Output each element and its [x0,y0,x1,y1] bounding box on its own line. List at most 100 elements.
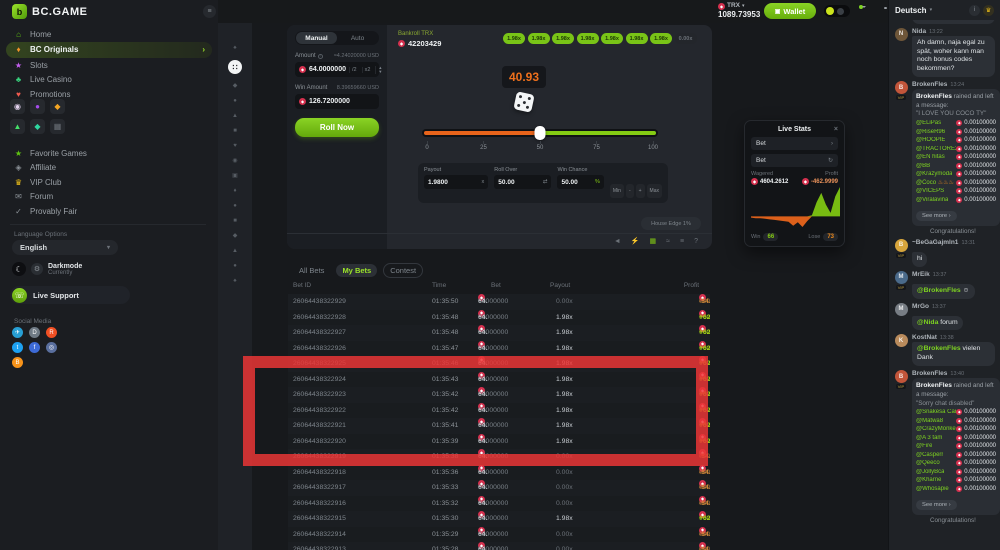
hotkeys-icon[interactable]: ▦ [650,238,657,245]
rail-game-icon[interactable]: ◆ [233,233,238,239]
rail-game-icon[interactable]: ◉ [232,158,237,164]
rail-game-icon[interactable]: ◆ [233,83,238,89]
rain-recipient-name[interactable]: @CrazyMonkey [916,426,956,432]
table-row[interactable]: 2606443832292601:35:4764.000000001.98x+6… [288,341,710,357]
multiplier-pill[interactable]: 1.98x [552,33,574,44]
rail-game-icon[interactable]: ♠ [233,45,236,51]
reset-icon[interactable]: ↻ [828,157,833,164]
chat-username[interactable]: MrGo13:37 [912,303,995,310]
multiplier-pill[interactable]: 1.98x [601,33,623,44]
multiplier-pill[interactable]: 1.98x [577,33,599,44]
multiplier-pill[interactable]: 1.98x [528,33,550,44]
rain-recipient-name[interactable]: @VICEPS [916,188,944,194]
tab-contest[interactable]: Contest [383,263,423,278]
sidebar-item-favorite-games[interactable]: ★Favorite Games [6,146,212,160]
sound-icon[interactable]: ◄ [614,238,621,245]
avatar[interactable]: M [895,271,908,284]
rain-recipient-name[interactable]: @Casperr [916,452,943,458]
rain-recipient-name[interactable]: @Krazymoda [916,171,952,177]
rail-game-icon[interactable]: ● [233,203,237,209]
slider-handle[interactable] [535,126,546,140]
promo-box-icon[interactable]: ▦ [50,119,65,134]
tab-my-bets[interactable]: My Bets [336,264,377,277]
quick-button[interactable]: Min [610,184,624,198]
close-icon[interactable]: × [834,126,838,133]
stats-currency-select[interactable]: Bet › [751,137,838,150]
darkmode-toggle[interactable]: ☾ [12,262,26,276]
rail-game-icon[interactable]: ● [233,98,237,104]
chat-username[interactable]: Nida13:22 [912,28,995,35]
chat-rewards-button[interactable]: ♛ [983,5,994,16]
table-row[interactable]: 2606443832291801:35:3664.000000000.00x-6… [288,465,710,481]
sidebar-item-home[interactable]: ⌂Home [6,27,212,41]
chat-language[interactable]: Deutsch [895,6,927,15]
language-select[interactable]: English ▾ [12,240,118,255]
rain-username[interactable]: BrokenFles [916,93,952,100]
table-row[interactable]: 2606443832292701:35:4864.000000001.98x+6… [288,325,710,341]
promo-coin-icon[interactable]: ◆ [50,99,65,114]
multiplier-pill[interactable]: 1.98x [626,33,648,44]
roll-now-button[interactable]: Roll Now [295,118,379,137]
promo-orb-icon[interactable]: ● [30,99,45,114]
rain-recipient-name[interactable]: @Kharne [916,477,941,483]
wallet-button[interactable]: ▣ Wallet [764,3,816,19]
currency-display-toggle[interactable] [824,5,850,17]
rain-recipient-name[interactable]: @Snakesa Caryd [916,409,956,415]
table-row[interactable]: 2606443832291601:35:3264.000000000.00x-6… [288,496,710,512]
telegram-icon[interactable]: ✈ [12,327,23,338]
bitcointalk-icon[interactable]: B [12,357,23,368]
rain-recipient-name[interactable]: @Fire [916,443,932,449]
table-row[interactable]: 2606443832291301:35:2864.000000000.00x-6… [288,542,710,550]
table-row[interactable]: 2606443832291501:35:3064.000000001.98x+6… [288,511,710,527]
rain-recipient-name[interactable]: @Viralavina [916,197,948,203]
balance-display[interactable]: TRX ▾ 1089.73953 [718,2,760,21]
table-row[interactable]: 2606443832292801:35:4864.000000001.98x+6… [288,310,710,326]
chat-username[interactable]: BrokenFles13:24 [912,81,995,88]
chat-mention[interactable]: @BrokenFles [917,345,961,352]
rail-game-icon[interactable]: ▲ [232,113,238,119]
see-more-button[interactable]: See more › [916,211,957,221]
table-row[interactable]: 2606443832291701:35:3364.000000000.00x-6… [288,480,710,496]
reddit-icon[interactable]: R [46,327,57,338]
settings-toggle[interactable]: ⚙ [31,263,43,275]
rain-recipient-name[interactable]: @EN hitas [916,154,945,160]
avatar[interactable]: B [895,81,908,94]
sidebar-item-affiliate[interactable]: ◈Affiliate [6,161,212,175]
rain-recipient-name[interactable]: @HOOPIE [916,137,945,143]
chat-mention[interactable]: @BrokenFles [917,287,961,294]
rain-recipient-name[interactable]: @Whosapie [916,486,949,492]
table-row[interactable]: 2606443832291401:35:2964.000000000.00x-6… [288,527,710,543]
quick-button[interactable]: Max [647,184,662,198]
rain-recipient-name[interactable]: @ELiPas [916,120,941,126]
rail-game-icon[interactable]: ■ [233,218,237,224]
quick-button[interactable]: + [636,184,645,198]
tab-auto[interactable]: Auto [337,32,378,44]
multiplier-pill[interactable]: 0.00x [675,33,697,44]
logo[interactable]: b BC.GAME [12,4,87,19]
avatar[interactable]: M [895,303,908,316]
rain-recipient-name[interactable]: @A 3 tam [916,435,942,441]
slider-track[interactable] [424,131,656,135]
chat-username[interactable]: BrokenFles13:40 [912,370,995,377]
sidebar-item-forum[interactable]: ✉Forum [6,190,212,204]
chat-username[interactable]: MrEik13:37 [912,271,995,278]
help-icon[interactable]: ? [694,238,698,245]
live-support-button[interactable]: ☏ Live Support [10,286,130,304]
rain-recipient-name[interactable]: @RiseR96 [916,129,945,135]
avatar[interactable]: B [895,370,908,383]
roll-slider[interactable] [422,129,658,137]
sidebar-item-bc-originals[interactable]: ♦BC Originals› [6,42,212,58]
rail-game-icon[interactable]: ♥ [233,143,237,149]
turbo-icon[interactable]: ⚡ [631,238,640,245]
chat-username[interactable]: ~BeGaGajmln113:31 [912,239,995,246]
rail-game-icon-active[interactable]: ∷ [228,60,242,74]
multiplier-pill[interactable]: 1.98x [503,33,525,44]
chat-username[interactable]: KostNat13:38 [912,334,995,341]
promo-crystal-icon[interactable]: ◆ [30,119,45,134]
table-row[interactable]: 2606443832292901:35:5064.000000000.00x-6… [288,294,710,310]
sidebar-item-vip-club[interactable]: ♛VIP Club [6,175,212,189]
chat-mention[interactable]: @Nida [917,319,938,326]
promo-rocket-icon[interactable]: ▲ [10,119,25,134]
swap-icon[interactable]: ⇄ [543,179,548,185]
chat-rules-button[interactable]: i [969,5,980,16]
